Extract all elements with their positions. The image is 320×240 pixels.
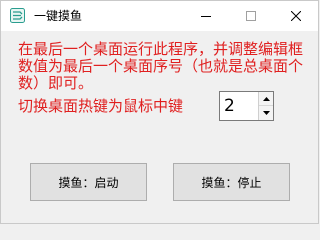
app-window: 一键摸鱼 在最后一个桌面运行此程序，并调整编辑框数值为最后一个桌面序号（也就是总…: [0, 0, 319, 224]
spin-buttons: [258, 92, 273, 120]
spin-down-arrow-icon: [262, 111, 270, 115]
spin-up-arrow-icon: [262, 96, 270, 101]
desktop-number-input[interactable]: 2: [224, 96, 235, 116]
spin-up-button[interactable]: [259, 92, 273, 106]
minimize-icon: [200, 16, 211, 17]
fish-app-icon: [10, 8, 25, 23]
maximize-button[interactable]: [228, 1, 273, 31]
desktop-number-spinbox[interactable]: 2: [219, 91, 274, 121]
title-bar[interactable]: 一键摸鱼: [1, 1, 318, 31]
window-title: 一键摸鱼: [34, 9, 83, 23]
start-button[interactable]: 摸鱼：启动: [30, 163, 147, 201]
spin-down-button[interactable]: [259, 106, 273, 120]
instruction-text: 在最后一个桌面运行此程序，并调整编辑框数值为最后一个桌面序号（也就是总桌面个数）…: [18, 40, 304, 92]
stop-button[interactable]: 摸鱼：停止: [173, 163, 290, 201]
hotkey-label: 切换桌面热键为鼠标中键: [18, 97, 184, 115]
client-area: 在最后一个桌面运行此程序，并调整编辑框数值为最后一个桌面序号（也就是总桌面个数）…: [1, 31, 318, 223]
close-icon: [290, 11, 301, 21]
close-button[interactable]: [273, 1, 318, 31]
maximize-icon: [245, 11, 256, 21]
minimize-button[interactable]: [183, 1, 228, 31]
